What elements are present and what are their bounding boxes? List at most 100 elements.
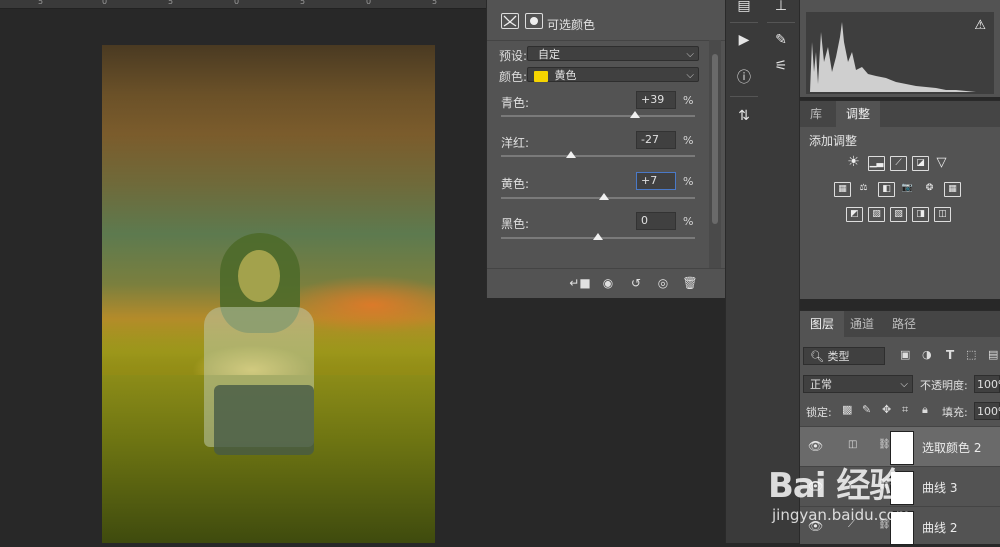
shape-filter-icon[interactable]: ⬚: [966, 348, 976, 361]
opacity-input[interactable]: 100%: [974, 375, 1000, 393]
lock-position-icon[interactable]: ✥: [882, 403, 891, 416]
clip-to-layer-icon[interactable]: ↵■: [569, 273, 591, 293]
slider-thumb[interactable]: [593, 233, 603, 240]
blend-mode: 正常: [810, 378, 832, 391]
lock-label: 锁定:: [806, 406, 832, 419]
chevron-down-icon: ⌵: [900, 379, 908, 390]
stamp-icon[interactable]: ⊥: [769, 0, 793, 18]
info-icon[interactable]: ⓘ: [732, 66, 756, 90]
slider-value-input[interactable]: +7: [636, 172, 676, 190]
percent-unit: %: [683, 215, 694, 228]
layer-mask-thumbnail[interactable]: [890, 431, 914, 465]
tab-channels[interactable]: 通道: [840, 311, 884, 337]
link-icon: ⛓︎: [878, 519, 891, 530]
visibility-eye-icon[interactable]: 👁︎: [808, 519, 823, 533]
black-white-icon[interactable]: ◧: [878, 182, 895, 197]
layers-panel: 图层 通道 路径 🔍︎ 类型 ▣ ◑ T ⬚ ▤ 正常 ⌵ 不透明度: 100%…: [800, 310, 1000, 547]
ruler-tick: 0: [102, 0, 108, 6]
lock-transparent-icon[interactable]: ▩: [842, 403, 852, 416]
selective-color-icon[interactable]: ◫: [934, 207, 951, 222]
channel-mixer-icon[interactable]: ❂: [922, 182, 937, 195]
layer-filter-dropdown[interactable]: 🔍︎ 类型: [803, 347, 885, 365]
view-previous-icon[interactable]: ◉: [597, 273, 619, 293]
tab-library[interactable]: 库: [800, 101, 832, 127]
slider-thumb[interactable]: [565, 151, 576, 158]
layer-row[interactable]: 👁︎ ⟋ ⛓︎ 曲线 3: [800, 466, 1000, 507]
document-canvas[interactable]: [102, 45, 435, 543]
slider-track[interactable]: [501, 111, 695, 118]
horizontal-ruler: 5 0 5 0 5 0 5: [0, 0, 486, 9]
slider-value-input[interactable]: -27: [636, 131, 676, 149]
color-label: 颜色:: [499, 70, 528, 84]
reset-icon[interactable]: ↺: [625, 273, 647, 293]
tab-layers[interactable]: 图层: [800, 311, 845, 337]
photo-filter-icon[interactable]: 📷: [900, 182, 915, 195]
layer-name: 曲线 2: [922, 521, 958, 535]
slider-track[interactable]: [501, 193, 695, 200]
fill-input[interactable]: 100%: [974, 402, 1000, 420]
type-filter-icon[interactable]: T: [946, 348, 954, 362]
exposure-icon[interactable]: ◪: [912, 156, 929, 171]
posterize-icon[interactable]: ▨: [868, 207, 885, 222]
smart-object-filter-icon[interactable]: ▤: [988, 348, 998, 361]
pixel-filter-icon[interactable]: ▣: [900, 348, 910, 361]
lock-pixels-icon[interactable]: ✎: [862, 403, 871, 416]
slider-thumb[interactable]: [598, 193, 609, 200]
warning-icon[interactable]: ⚠: [974, 18, 986, 33]
ruler-tick: 5: [38, 0, 44, 6]
slider-thumb[interactable]: [629, 111, 640, 118]
ruler-tick: 5: [168, 0, 174, 6]
preset-label: 预设:: [499, 49, 528, 63]
curves-layer-icon: ⟋: [848, 519, 855, 530]
vibrance-icon[interactable]: ▽: [934, 156, 949, 169]
layer-row[interactable]: 👁︎ ⟋ ⛓︎ 曲线 2: [800, 506, 1000, 547]
adjustment-layer-icon[interactable]: [501, 13, 519, 29]
color-balance-icon[interactable]: ⚖: [856, 182, 871, 195]
color-lookup-icon[interactable]: ▦: [944, 182, 961, 197]
mask-icon[interactable]: [525, 13, 543, 29]
curves-layer-icon: ⟋: [848, 479, 855, 490]
curves-icon[interactable]: ⟋: [890, 156, 907, 171]
history-icon[interactable]: ⇅: [732, 104, 756, 128]
slider-track[interactable]: [501, 151, 695, 158]
properties-scrollbar[interactable]: [709, 40, 721, 270]
trash-icon[interactable]: 🗑: [679, 273, 701, 293]
slider-value-input[interactable]: 0: [636, 212, 676, 230]
panel-dock-column: ▤ ▶ ⓘ ⇅: [725, 0, 765, 543]
slider-track[interactable]: [501, 233, 695, 240]
hue-saturation-icon[interactable]: ▦: [834, 182, 851, 197]
color-dropdown[interactable]: 黄色 ⌵: [527, 67, 699, 82]
levels-icon[interactable]: ▁▃: [868, 156, 885, 171]
fill-label: 填充:: [942, 406, 968, 419]
visibility-eye-icon[interactable]: ◎: [652, 273, 674, 293]
layer-mask-thumbnail[interactable]: [890, 511, 914, 545]
histogram-panel: ⚠: [800, 0, 1000, 97]
slider-value-input[interactable]: +39: [636, 91, 676, 109]
scrollbar-thumb[interactable]: [712, 54, 718, 224]
filter-kind: 类型: [827, 350, 850, 363]
adjustment-filter-icon[interactable]: ◑: [922, 348, 932, 361]
actions-icon[interactable]: ▤: [732, 0, 756, 18]
play-icon[interactable]: ▶: [732, 28, 756, 52]
lock-artboard-icon[interactable]: ⌗: [902, 403, 908, 417]
blend-mode-dropdown[interactable]: 正常 ⌵: [803, 375, 913, 393]
preset-dropdown[interactable]: 自定 ⌵: [527, 46, 699, 61]
layer-row[interactable]: 👁︎ ◫ ⛓︎ 选取颜色 2: [800, 426, 1000, 467]
percent-unit: %: [683, 94, 694, 107]
visibility-eye-icon[interactable]: 👁︎: [808, 439, 823, 453]
invert-icon[interactable]: ◩: [846, 207, 863, 222]
slider-label: 黄色:: [501, 177, 530, 191]
brightness-icon[interactable]: ☀: [846, 155, 861, 169]
girl-face: [238, 250, 280, 302]
tab-paths[interactable]: 路径: [882, 311, 926, 337]
color-swatch: [534, 70, 548, 82]
gradient-map-icon[interactable]: ◨: [912, 207, 929, 222]
brush-icon[interactable]: ✎: [769, 28, 793, 52]
threshold-icon[interactable]: ▧: [890, 207, 907, 222]
tab-adjustments[interactable]: 调整: [836, 101, 881, 127]
brush-settings-icon[interactable]: ⚟: [769, 54, 793, 78]
lock-all-icon[interactable]: 🔒︎: [922, 403, 928, 417]
histogram-graph: ⚠: [806, 12, 994, 94]
layer-mask-thumbnail[interactable]: [890, 471, 914, 505]
visibility-eye-icon[interactable]: 👁︎: [808, 479, 823, 493]
